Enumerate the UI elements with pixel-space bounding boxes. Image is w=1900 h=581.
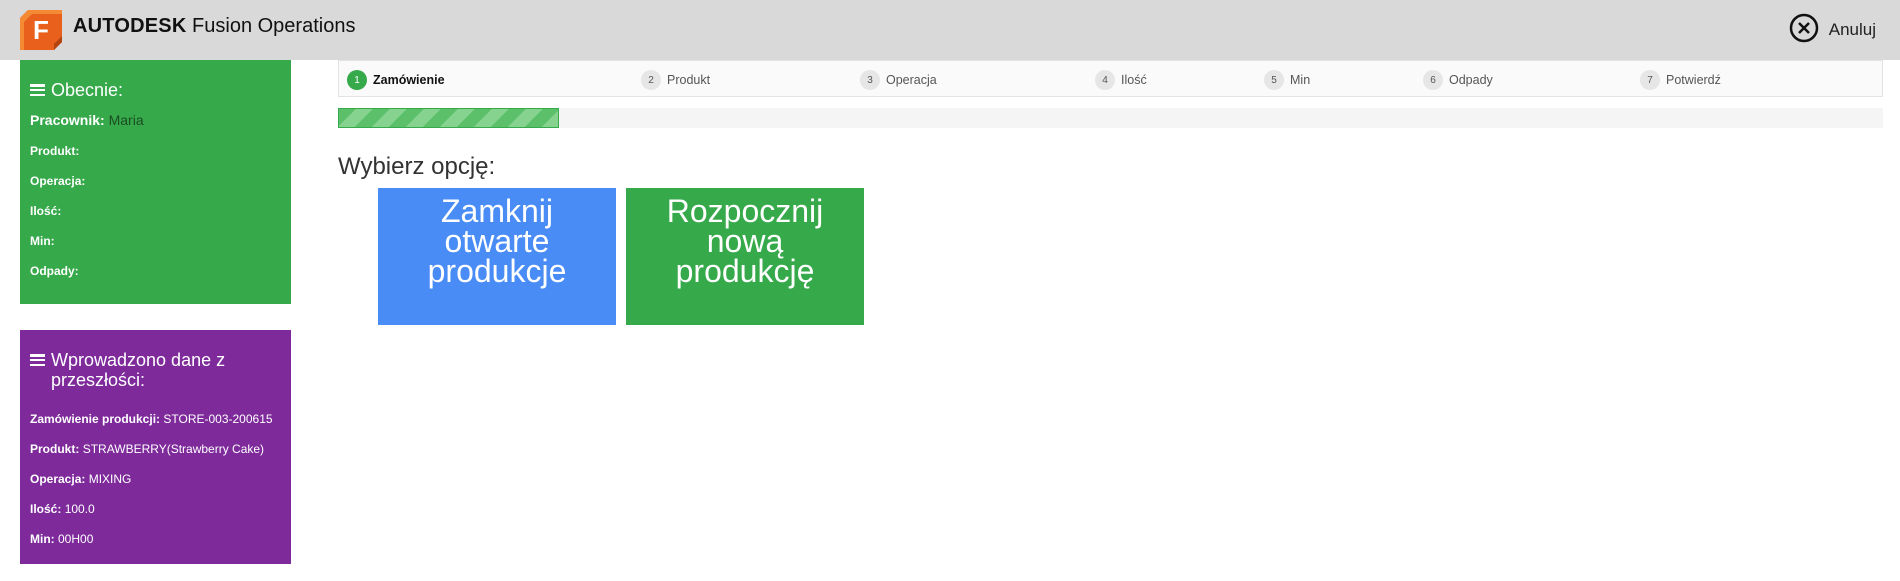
step-number: 6 <box>1423 70 1443 90</box>
fusion-logo-icon: F <box>20 10 62 50</box>
top-bar: F AUTODESK Fusion Operations Anuluj <box>0 0 1900 60</box>
step-number: 2 <box>641 70 661 90</box>
step-confirm[interactable]: 7 Potwierdź <box>1640 70 1721 90</box>
step-label: Ilość <box>1121 73 1147 87</box>
past-fields: Zamówienie produkcji: STORE-003-200615 P… <box>30 404 281 554</box>
worker-label: Pracownik: <box>30 112 105 128</box>
field-value: 00H00 <box>58 532 94 546</box>
worker-value: Maria <box>108 112 144 128</box>
step-order[interactable]: 1 Zamówienie <box>347 70 445 90</box>
step-label: Min <box>1290 73 1311 87</box>
menu-icon <box>30 84 45 96</box>
step-scrap[interactable]: 6 Odpady <box>1423 70 1493 90</box>
current-panel-title: Obecnie: <box>30 80 281 100</box>
field-label: Ilość: <box>30 204 62 218</box>
step-label: Produkt <box>667 73 711 87</box>
close-circle-icon[interactable] <box>1789 13 1819 48</box>
worker-row: Pracownik: Maria <box>30 112 281 128</box>
step-number: 4 <box>1095 70 1115 90</box>
current-panel: Obecnie: Pracownik: Maria Produkt: Opera… <box>20 60 291 304</box>
step-number: 7 <box>1640 70 1660 90</box>
step-label: Operacja <box>886 73 937 87</box>
current-fields: Produkt: Operacja: Ilość: Min: Odpady: <box>30 136 281 286</box>
current-field-quantity: Ilość: <box>30 196 281 226</box>
field-label: Operacja: <box>30 472 86 486</box>
field-label: Min: <box>30 532 55 546</box>
field-value: 100.0 <box>64 502 95 516</box>
app-title: AUTODESK Fusion Operations <box>73 15 355 38</box>
option-line[interactable]: Zamknij <box>378 195 616 227</box>
field-label: Ilość: <box>30 502 62 516</box>
close-open-productions-button[interactable]: Zamknij otwarte produkcje <box>378 188 616 325</box>
step-number: 3 <box>860 70 880 90</box>
option-line[interactable]: otwarte <box>378 225 616 257</box>
option-line[interactable]: Rozpocznij <box>626 195 864 227</box>
brand-name: AUTODESK <box>73 15 187 37</box>
step-quantity[interactable]: 4 Ilość <box>1095 70 1147 90</box>
step-number: 5 <box>1264 70 1284 90</box>
step-product[interactable]: 2 Produkt <box>641 70 710 90</box>
cancel-label[interactable]: Anuluj <box>1829 20 1876 40</box>
field-value: MIXING <box>88 472 132 486</box>
progress-bar <box>338 108 1883 128</box>
past-field-quantity: Ilość: 100.0 <box>30 494 281 524</box>
option-prompt: Wybierz opcję: <box>338 153 496 180</box>
past-field-operation: Operacja: MIXING <box>30 464 281 494</box>
field-value: STORE-003-200615 <box>163 412 273 426</box>
product-name: Fusion Operations <box>192 15 356 37</box>
wizard-steps: 1 Zamówienie 2 Produkt 3 Operacja 4 Iloś… <box>338 60 1883 97</box>
current-field-product: Produkt: <box>30 136 281 166</box>
menu-icon <box>30 354 45 366</box>
step-number: 1 <box>347 70 367 90</box>
logo-letter: F <box>33 15 49 45</box>
current-field-min: Min: <box>30 226 281 256</box>
current-field-scrap: Odpady: <box>30 256 281 286</box>
field-value: STRAWBERRY(Strawberry Cake) <box>82 442 265 456</box>
progress-fill <box>338 108 559 128</box>
past-field-order: Zamówienie produkcji: STORE-003-200615 <box>30 404 281 434</box>
current-field-operation: Operacja: <box>30 166 281 196</box>
cancel-button[interactable]: Anuluj <box>1789 13 1876 47</box>
field-label: Produkt: <box>30 144 80 158</box>
field-label: Odpady: <box>30 264 79 278</box>
option-line[interactable]: produkcje <box>378 255 616 287</box>
option-line[interactable]: nową <box>626 225 864 257</box>
past-field-product: Produkt: STRAWBERRY(Strawberry Cake) <box>30 434 281 464</box>
current-title-text: Obecnie: <box>51 80 124 100</box>
field-label: Produkt: <box>30 442 80 456</box>
field-label: Operacja: <box>30 174 86 188</box>
step-operation[interactable]: 3 Operacja <box>860 70 937 90</box>
past-panel-title: Wprowadzono dane z przeszłości: <box>30 350 281 390</box>
step-label: Zamówienie <box>373 73 445 87</box>
field-label: Min: <box>30 234 55 248</box>
past-entries-panel: Wprowadzono dane z przeszłości: Zamówien… <box>20 330 291 564</box>
past-field-min: Min: 00H00 <box>30 524 281 554</box>
step-label: Potwierdź <box>1666 73 1721 87</box>
step-label: Odpady <box>1449 73 1493 87</box>
field-label: Zamówienie produkcji: <box>30 412 161 426</box>
step-min[interactable]: 5 Min <box>1264 70 1310 90</box>
past-title-text: Wprowadzono dane z przeszłości: <box>51 350 226 390</box>
start-new-production-button[interactable]: Rozpocznij nową produkcję <box>626 188 864 325</box>
option-line[interactable]: produkcję <box>626 255 864 287</box>
